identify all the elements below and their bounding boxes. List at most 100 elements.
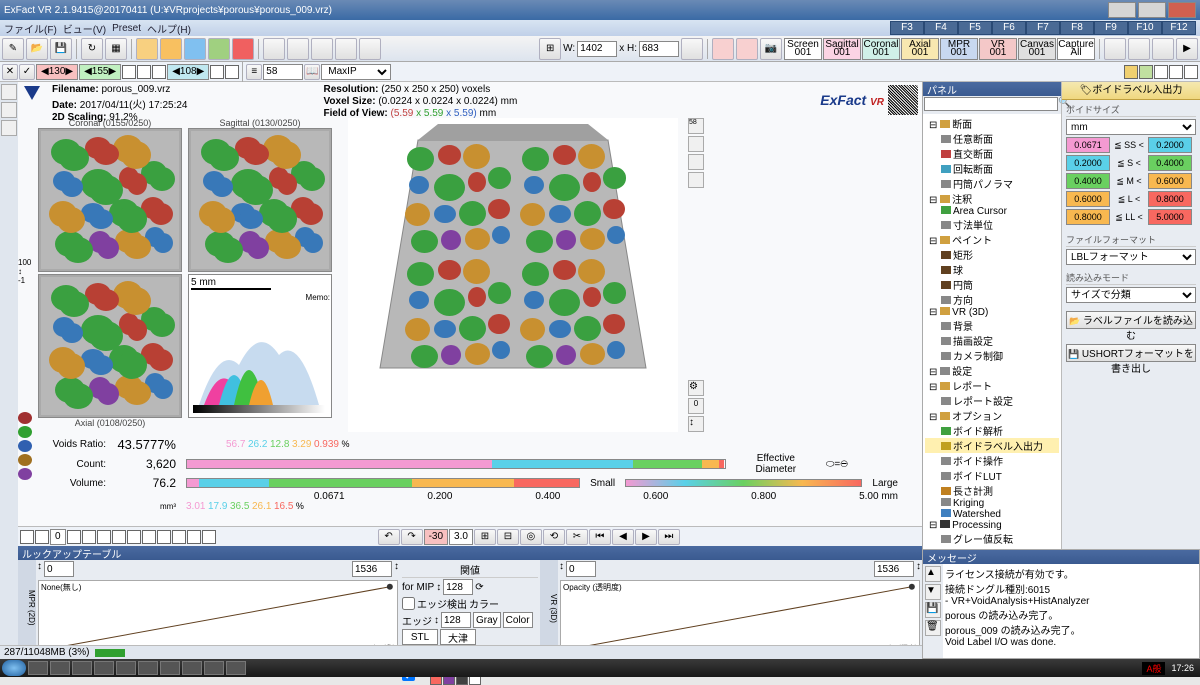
bc-w1[interactable] <box>127 530 141 544</box>
tb-app2[interactable] <box>50 661 70 675</box>
blob-swatch-2[interactable] <box>18 440 32 452</box>
tb-app3[interactable] <box>72 661 92 675</box>
tree-node[interactable]: ⊟ オプション <box>925 408 1059 423</box>
tree-node[interactable]: 矩形 <box>925 247 1059 262</box>
nav3-icon[interactable]: ◎ <box>520 529 542 545</box>
vr-side-tab[interactable]: VR (3D) <box>540 560 558 656</box>
deg-box[interactable]: 3.0 <box>449 529 473 545</box>
tree-node[interactable]: ⊟ 断面 <box>925 116 1059 131</box>
fkey-f12[interactable]: F12 <box>1162 21 1196 35</box>
open-icon[interactable]: 📂 <box>26 38 48 60</box>
menu-help[interactable]: ヘルプ(H) <box>147 21 191 36</box>
lt2-icon[interactable] <box>1 102 17 118</box>
tree-node[interactable]: ⊟ ペイント <box>925 232 1059 247</box>
panel-canvas[interactable]: Canvas001 <box>1018 38 1056 60</box>
tree-node[interactable]: ボイド操作 <box>925 453 1059 468</box>
cube-icon[interactable]: ▦ <box>105 38 127 60</box>
panel-coronal[interactable]: Coronal001 <box>862 38 900 60</box>
sq3[interactable] <box>152 65 166 79</box>
book-icon[interactable]: 📖 <box>304 64 320 80</box>
menu-file[interactable]: ファイル(F) <box>4 21 57 36</box>
otsu-button[interactable]: 大津 <box>440 629 476 645</box>
tree-node[interactable]: レポート設定 <box>925 393 1059 408</box>
misc3-icon[interactable] <box>1152 38 1174 60</box>
msg-up-icon[interactable]: ▲ <box>925 566 941 582</box>
option-tree[interactable]: ⊟ 断面任意断面直交断面回転断面円筒パノラマ⊟ 注釈Area Cursor寸法単… <box>923 114 1061 624</box>
bc-w3[interactable] <box>187 530 201 544</box>
vrsq3[interactable] <box>1154 65 1168 79</box>
dim-w-input[interactable] <box>577 41 617 57</box>
lt3-icon[interactable] <box>1 120 17 136</box>
pencil-icon[interactable]: ✎ <box>2 38 24 60</box>
ime-indicator[interactable]: A般 <box>1142 662 1165 675</box>
tree-node[interactable]: ボイドラベル入出力 <box>925 438 1059 453</box>
misc1-icon[interactable] <box>1104 38 1126 60</box>
nav2-icon[interactable]: ⊟ <box>497 529 519 545</box>
mpr-side-tab[interactable]: MPR (2D) <box>18 560 36 656</box>
color-button[interactable]: Color <box>503 612 533 628</box>
tb-app10[interactable] <box>226 661 246 675</box>
menu-preset[interactable]: Preset <box>112 23 141 34</box>
fit-icon[interactable]: ⊞ <box>539 38 561 60</box>
panel-capture[interactable]: CaptureAll <box>1057 38 1095 60</box>
thickness-input[interactable] <box>263 64 303 80</box>
vr-t4-icon[interactable] <box>688 172 704 188</box>
sq4[interactable] <box>210 65 224 79</box>
vr-t2-icon[interactable] <box>688 136 704 152</box>
memo-view[interactable]: 5 mm Memo: <box>188 274 332 418</box>
blob-swatch-1[interactable] <box>18 426 32 438</box>
sq1[interactable] <box>122 65 136 79</box>
bc-g[interactable] <box>97 530 111 544</box>
size-threshold-row[interactable]: 0.0671≦ SS <0.2000 <box>1066 137 1196 153</box>
panel-axial[interactable]: Axial001 <box>901 38 939 60</box>
tb-app1[interactable] <box>28 661 48 675</box>
tree-node[interactable]: 方向 <box>925 292 1059 307</box>
save-icon[interactable]: 💾 <box>50 38 72 60</box>
write-ushort-button[interactable]: 💾 USHORTフォーマットを書き出し <box>1066 344 1196 362</box>
vr-gear-icon[interactable]: ⚙ <box>688 380 704 396</box>
tb-app6[interactable] <box>138 661 158 675</box>
bc-w2[interactable] <box>142 530 156 544</box>
tool-b-icon[interactable] <box>287 38 309 60</box>
edge-thresh[interactable] <box>441 612 471 628</box>
tree-node[interactable]: 背景 <box>925 318 1059 333</box>
check-icon[interactable]: ✓ <box>19 64 35 80</box>
fkey-f10[interactable]: F10 <box>1128 21 1162 35</box>
stl-button[interactable]: STL <box>402 629 438 645</box>
tree-search-input[interactable] <box>924 97 1058 111</box>
angle-box[interactable]: -30 <box>424 529 448 545</box>
preset4-icon[interactable] <box>208 38 230 60</box>
panel-screen[interactable]: Screen001 <box>784 38 822 60</box>
lut-min-input[interactable] <box>44 561 74 577</box>
msg-clear-icon[interactable]: 🗑 <box>925 620 941 636</box>
read-mode-select[interactable]: サイズで分類 <box>1066 287 1196 303</box>
vr-t3-icon[interactable] <box>688 154 704 170</box>
axial-view[interactable] <box>38 274 182 418</box>
edge-detect-check[interactable] <box>402 597 415 610</box>
mip-mode-select[interactable]: MaxIP <box>321 64 391 80</box>
tree-node[interactable]: ボイドLUT <box>925 468 1059 483</box>
bc-r2[interactable] <box>82 530 96 544</box>
rec-icon[interactable] <box>712 38 734 60</box>
nav7-icon[interactable]: ◀ <box>612 529 634 545</box>
format-select[interactable]: LBLフォーマット <box>1066 249 1196 265</box>
vr-3d-view[interactable] <box>348 118 678 432</box>
size-threshold-row[interactable]: 0.2000≦ S <0.4000 <box>1066 155 1196 171</box>
fkey-f3[interactable]: F3 <box>890 21 924 35</box>
panel-sagittal[interactable]: Sagittal001 <box>823 38 861 60</box>
tree-node[interactable]: 回転断面 <box>925 161 1059 176</box>
tree-node[interactable]: 長さ計測 <box>925 483 1059 498</box>
tool-d-icon[interactable] <box>335 38 357 60</box>
tree-node[interactable]: ⊟ レポート <box>925 378 1059 393</box>
nav1-icon[interactable]: ⊞ <box>474 529 496 545</box>
panel-mpr[interactable]: MPR001 <box>940 38 978 60</box>
tool-a-icon[interactable] <box>263 38 285 60</box>
vrsq5[interactable] <box>1184 65 1198 79</box>
nav5-icon[interactable]: ✂ <box>566 529 588 545</box>
bc-spin[interactable]: 0 <box>50 529 66 545</box>
bc-r[interactable] <box>67 530 81 544</box>
fkey-f7[interactable]: F7 <box>1026 21 1060 35</box>
tree-node[interactable]: カメラ制御 <box>925 348 1059 363</box>
tb-app7[interactable] <box>160 661 180 675</box>
lt1-icon[interactable] <box>1 84 17 100</box>
